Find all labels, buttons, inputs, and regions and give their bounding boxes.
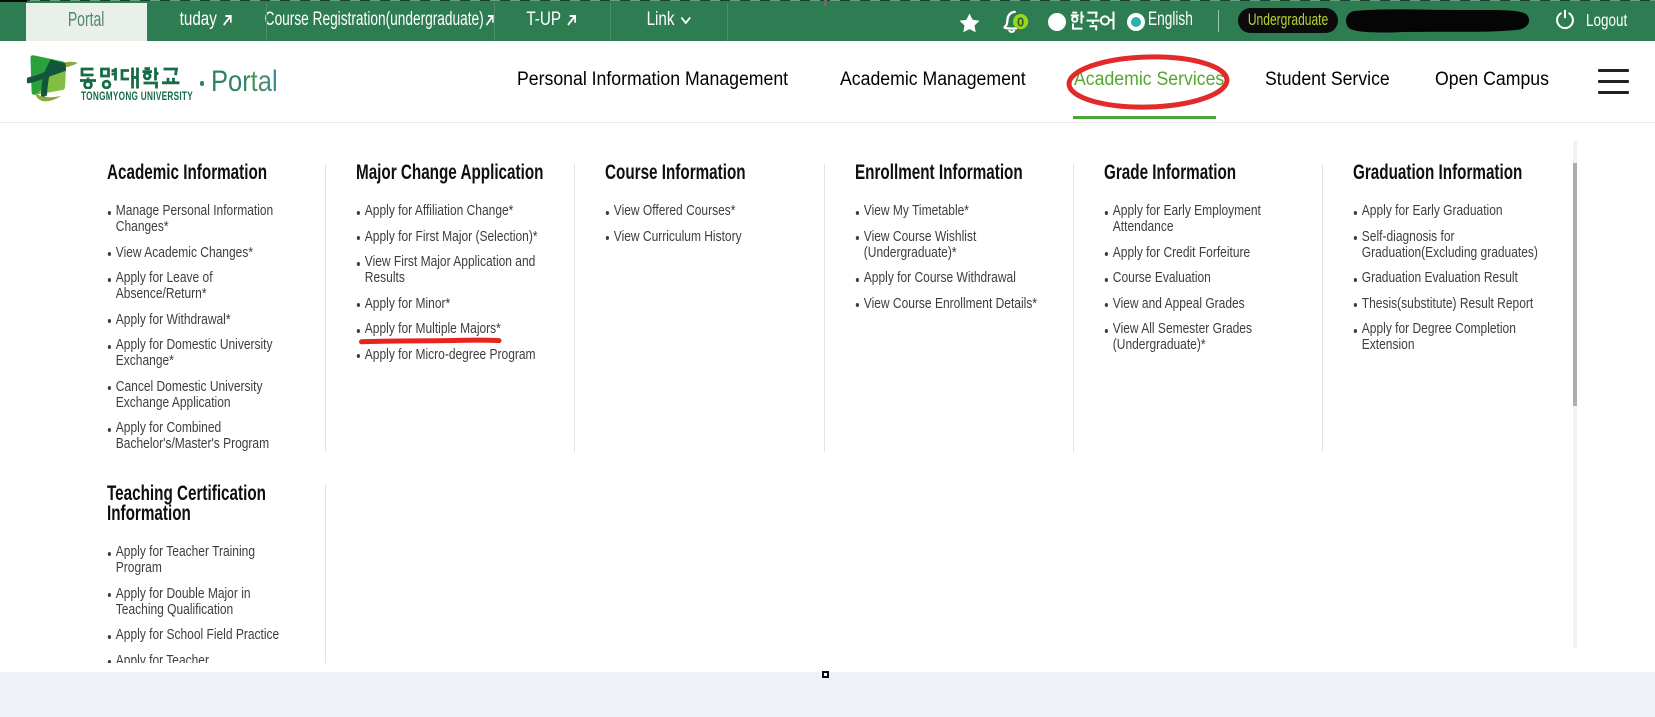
svg-text:0: 0 xyxy=(1017,14,1024,29)
